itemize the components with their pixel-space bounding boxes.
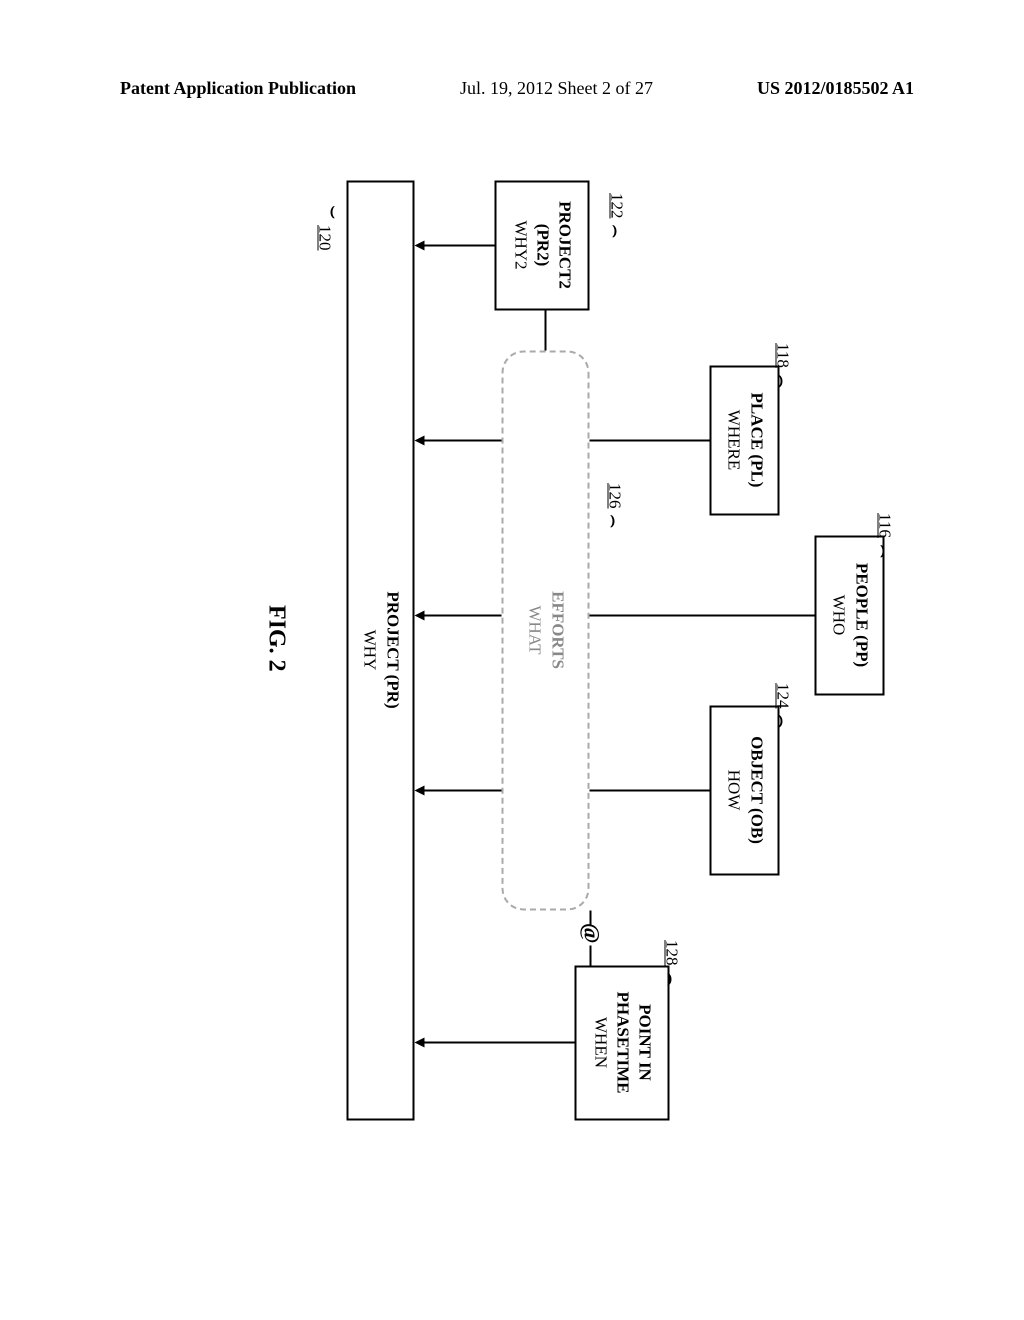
arrow-object-down [415,785,425,795]
conn-at-phasetime [590,945,592,965]
arrow-phasetime-down [415,1037,425,1047]
conn-project2-efforts [545,310,547,350]
box-phasetime-l1: POINT IN [634,971,656,1114]
box-people-l2: WHO [828,541,850,689]
ref-place: 118 [773,343,793,368]
header-center: Jul. 19, 2012 Sheet 2 of 27 [460,78,653,99]
box-project-l2: WHY [359,186,381,1114]
box-project2-l1: PROJECT2 [554,186,576,304]
box-object-l1: OBJECT (OB) [745,711,767,869]
box-project-l1: PROJECT (PR) [381,186,403,1114]
box-phasetime: POINT IN PHASETIME WHEN [575,965,670,1120]
box-phasetime-l3: WHEN [589,971,611,1114]
box-object-l2: HOW [723,711,745,869]
page-header: Patent Application Publication Jul. 19, … [0,78,1024,99]
ref-phasetime: 128 [662,940,682,966]
box-people: PEOPLE (PP) WHO [815,535,885,695]
box-efforts-l1: EFFORTS [546,352,568,908]
box-place-l2: WHERE [723,371,745,509]
conn-place-down [423,439,502,441]
box-project: PROJECT (PR) WHY [347,180,415,1120]
brace-place: ⌢ [767,374,798,388]
brace-project2: ⌢ [601,224,632,238]
conn-object-efforts [590,789,710,791]
conn-people-efforts [590,614,815,616]
figure-label: FIG. 2 [263,605,290,672]
box-project2-l3: WHY2 [509,186,531,304]
box-efforts-l2: WHAT [524,352,546,908]
at-symbol: @ [579,923,605,943]
arrow-people-down [415,610,425,620]
ref-people: 116 [875,513,895,538]
box-project2-l2: (PR2) [531,186,553,304]
box-project2: PROJECT2 (PR2) WHY2 [495,180,590,310]
box-people-l1: PEOPLE (PP) [850,541,872,689]
conn-place-efforts [590,439,710,441]
header-right: US 2012/0185502 A1 [757,78,914,99]
brace-phasetime: ⌢ [656,972,687,986]
conn-efforts-at [590,910,592,924]
ref-project: 120 [315,225,335,251]
ref-project2: 122 [607,193,627,219]
box-efforts: EFFORTS WHAT [502,350,590,910]
brace-object: ⌢ [767,714,798,728]
ref-efforts: 126 [605,483,625,509]
figure-diagram: PEOPLE (PP) WHO 116 ⌢ PLACE (PL) WHERE 1… [13,268,1018,1028]
box-place-l1: PLACE (PL) [745,371,767,509]
ref-object: 124 [773,683,793,709]
box-phasetime-l2: PHASETIME [611,971,633,1114]
brace-efforts: ⌢ [599,514,630,528]
conn-people-down [423,614,502,616]
brace-people: ⌢ [869,544,900,558]
header-left: Patent Application Publication [120,78,356,99]
brace-project: ⌢ [315,205,346,219]
box-object: OBJECT (OB) HOW [710,705,780,875]
conn-phasetime-down [423,1041,575,1043]
conn-object-down [423,789,502,791]
diagram-inner: PEOPLE (PP) WHO 116 ⌢ PLACE (PL) WHERE 1… [135,145,895,1150]
arrow-place-down [415,435,425,445]
arrow-project2-down [415,240,425,250]
conn-project2-down [423,244,495,246]
